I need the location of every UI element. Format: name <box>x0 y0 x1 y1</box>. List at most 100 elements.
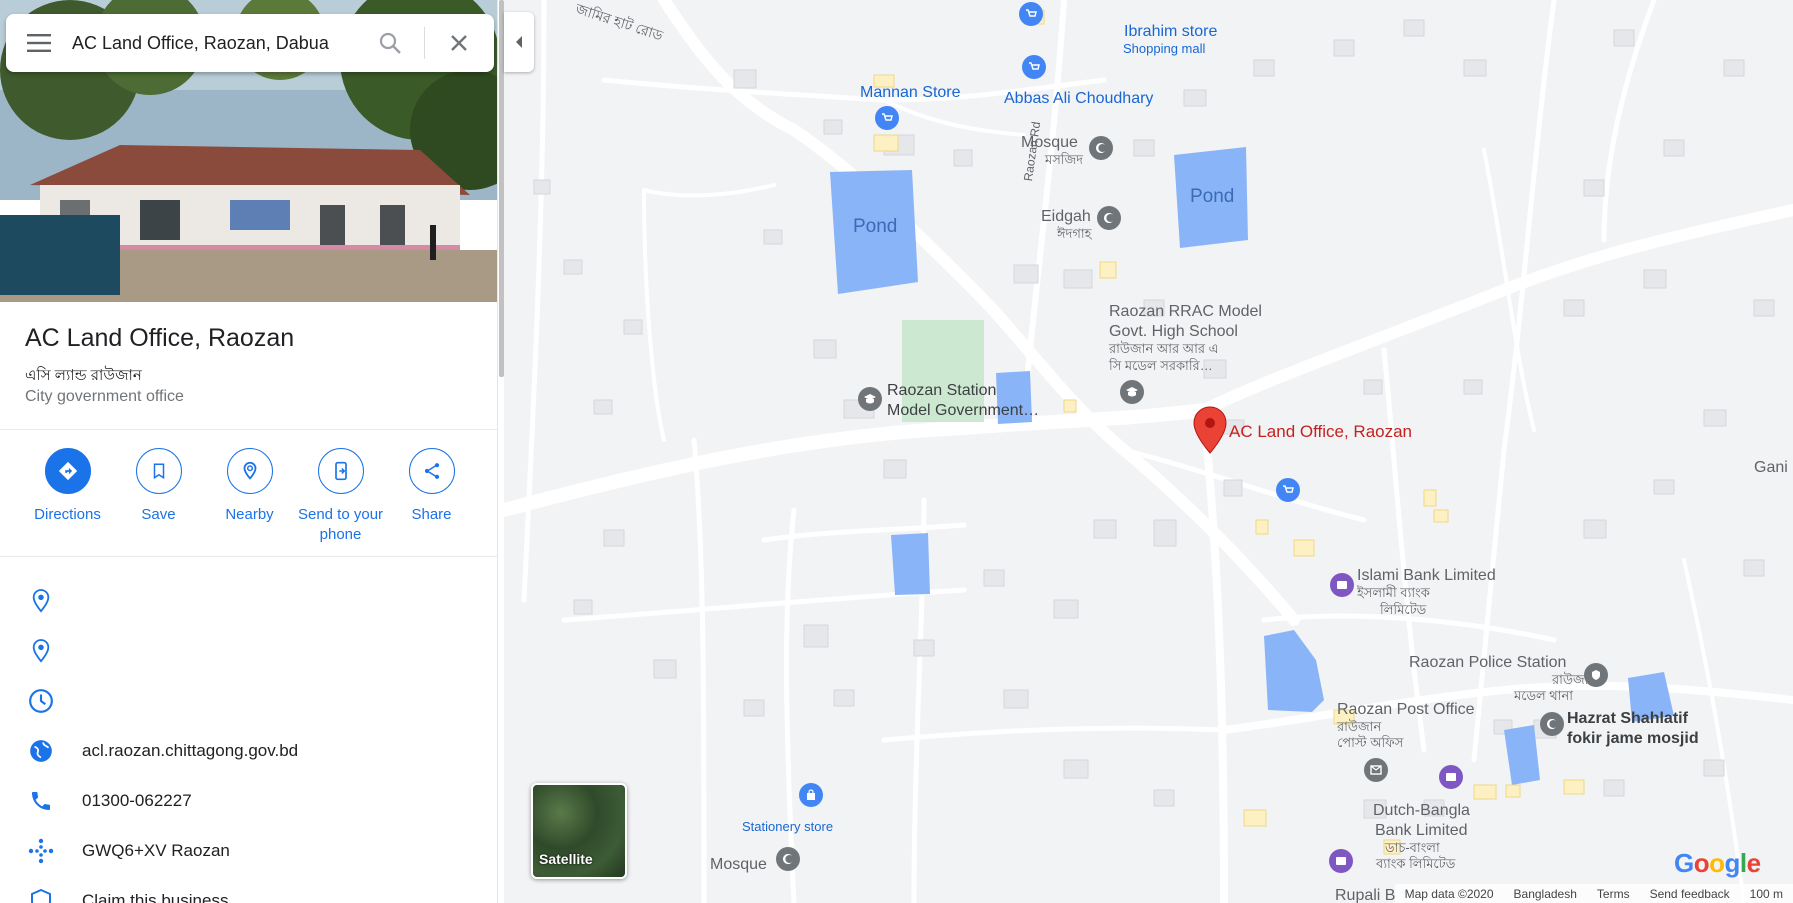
bank-icon[interactable] <box>1329 849 1353 873</box>
shield-check-icon <box>0 888 82 903</box>
poi-label[interactable]: Bank Limited <box>1375 821 1468 840</box>
post-office-icon[interactable] <box>1364 758 1388 782</box>
poi-sublabel: রাউজান <box>1337 719 1382 734</box>
mosque-icon[interactable] <box>776 847 800 871</box>
shopping-cart-icon[interactable] <box>1022 55 1046 79</box>
place-title: AC Land Office, Raozan <box>25 324 295 352</box>
poi-label[interactable]: Mosque <box>1021 133 1078 152</box>
country-link[interactable]: Bangladesh <box>1514 887 1577 901</box>
road <box>784 507 797 903</box>
directions-button[interactable]: Directions <box>22 448 113 545</box>
search-icon <box>379 32 401 54</box>
send-to-phone-icon <box>317 448 364 494</box>
poi-label[interactable]: Eidgah <box>1041 207 1091 226</box>
poi-label[interactable]: Raozan Police Station <box>1409 653 1566 672</box>
poi-sublabel: মসজিদ <box>1045 152 1083 167</box>
scale-bar[interactable]: 100 m <box>1750 887 1783 901</box>
chevron-left-icon <box>516 36 522 48</box>
plus-code-text: GWQ6+XV Raozan <box>82 841 230 860</box>
road <box>882 98 1026 137</box>
clear-search-button[interactable] <box>431 14 487 72</box>
google-logo-letter: l <box>1739 848 1747 878</box>
search-box <box>6 14 494 72</box>
road <box>1471 0 1557 763</box>
send-feedback-link[interactable]: Send feedback <box>1650 887 1730 901</box>
shopping-cart-icon[interactable] <box>1276 478 1300 502</box>
police-icon[interactable] <box>1584 663 1608 687</box>
satellite-label: Satellite <box>539 851 593 867</box>
poi-sublabel: রাউজান আর আর এ <box>1109 341 1219 356</box>
shopping-cart-icon[interactable] <box>1019 2 1043 26</box>
action-bar: Directions Save Nearby Send to your phon… <box>22 448 477 545</box>
poi-label[interactable]: Raozan Station <box>887 381 996 400</box>
claim-business-text: Claim this business <box>82 891 229 903</box>
shopping-bag-icon[interactable] <box>799 783 823 807</box>
poi-label[interactable]: Mannan Store <box>860 83 961 102</box>
poi-label[interactable]: Rupali B <box>1335 886 1395 903</box>
located-in-row[interactable] <box>0 626 498 676</box>
poi-sublabel: পোস্ট অফিস <box>1337 735 1404 750</box>
poi-label[interactable]: Dutch-Bangla <box>1373 801 1470 820</box>
school-icon[interactable] <box>858 387 882 411</box>
mosque-icon[interactable] <box>1089 136 1113 160</box>
panel-scrollbar[interactable] <box>497 0 504 903</box>
plus-code-row[interactable]: GWQ6+XV Raozan <box>0 826 498 876</box>
search-divider <box>424 27 425 59</box>
address-row[interactable] <box>0 576 498 626</box>
claim-business-row[interactable]: Claim this business <box>0 876 498 903</box>
poi-label[interactable]: Raozan Post Office <box>1337 700 1475 719</box>
share-icon <box>408 448 455 494</box>
poi-label[interactable]: Model Government… <box>887 401 1039 420</box>
road <box>691 437 707 903</box>
school-icon[interactable] <box>1120 380 1144 404</box>
poi-label[interactable]: Raozan RRAC Model <box>1109 302 1262 321</box>
menu-button[interactable] <box>6 14 72 72</box>
poi-label[interactable]: Mosque <box>710 855 767 874</box>
search-input[interactable] <box>72 32 362 54</box>
save-label: Save <box>141 506 176 523</box>
clock-icon <box>0 688 82 714</box>
collapse-panel-button[interactable] <box>504 12 534 72</box>
poi-label[interactable]: Abbas Ali Choudhary <box>1004 89 1153 108</box>
send-to-phone-button[interactable]: Send to your phone <box>295 448 386 545</box>
location-pin-icon <box>0 638 82 664</box>
share-button[interactable]: Share <box>386 448 477 545</box>
phone-row[interactable]: 01300-062227 <box>0 776 498 826</box>
poi-sublabel: লিমিটেড <box>1380 602 1427 617</box>
bank-icon[interactable] <box>1330 573 1354 597</box>
save-button[interactable]: Save <box>113 448 204 545</box>
satellite-layer-toggle[interactable]: Satellite <box>531 783 627 879</box>
nearby-button[interactable]: Nearby <box>204 448 295 545</box>
poi-label[interactable]: Govt. High School <box>1109 322 1238 341</box>
search-button[interactable] <box>362 14 418 72</box>
google-logo-letter: o <box>1693 848 1710 878</box>
directions-icon <box>44 448 91 494</box>
poi-label[interactable]: Ibrahim store <box>1124 22 1217 41</box>
bank-icon[interactable] <box>1439 765 1463 789</box>
road <box>1381 347 1427 753</box>
website-row[interactable]: acl.raozan.chittagong.gov.bd <box>0 726 498 776</box>
poi-sublabel: ইসলামী ব্যাংক <box>1357 585 1430 600</box>
poi-label[interactable]: Stationery store <box>742 819 833 835</box>
selected-location-marker[interactable] <box>1193 406 1227 454</box>
poi-sublabel: ঈদগাহ <box>1057 226 1092 241</box>
road <box>521 0 547 603</box>
poi-sublabel: সি মডেল সরকারি… <box>1109 358 1213 373</box>
selected-location-label[interactable]: AC Land Office, Raozan <box>1229 422 1412 441</box>
hours-row[interactable] <box>0 676 498 726</box>
nearby-label: Nearby <box>225 506 274 523</box>
map-canvas[interactable]: জামির হাট রোড Raozan Rd Pond Pond Ibrahi… <box>504 0 1793 903</box>
terms-link[interactable]: Terms <box>1597 887 1630 901</box>
poi-label[interactable]: Islami Bank Limited <box>1357 566 1496 585</box>
pond-label: Pond <box>1190 186 1235 207</box>
place-panel: AC Land Office, Raozan এসি ল্যান্ড রাউজা… <box>0 0 498 903</box>
place-category[interactable]: City government office <box>25 388 184 406</box>
mosque-icon[interactable] <box>1540 712 1564 736</box>
shopping-cart-icon[interactable] <box>875 106 899 130</box>
poi-label[interactable]: Hazrat Shahlatif <box>1567 709 1688 728</box>
poi-sublabel: মডেল থানা <box>1514 688 1574 703</box>
google-logo-letter: g <box>1724 848 1741 878</box>
mosque-icon[interactable] <box>1097 206 1121 230</box>
poi-label[interactable]: Gani Ha <box>1754 458 1793 477</box>
poi-label[interactable]: fokir jame mosjid <box>1567 729 1699 748</box>
